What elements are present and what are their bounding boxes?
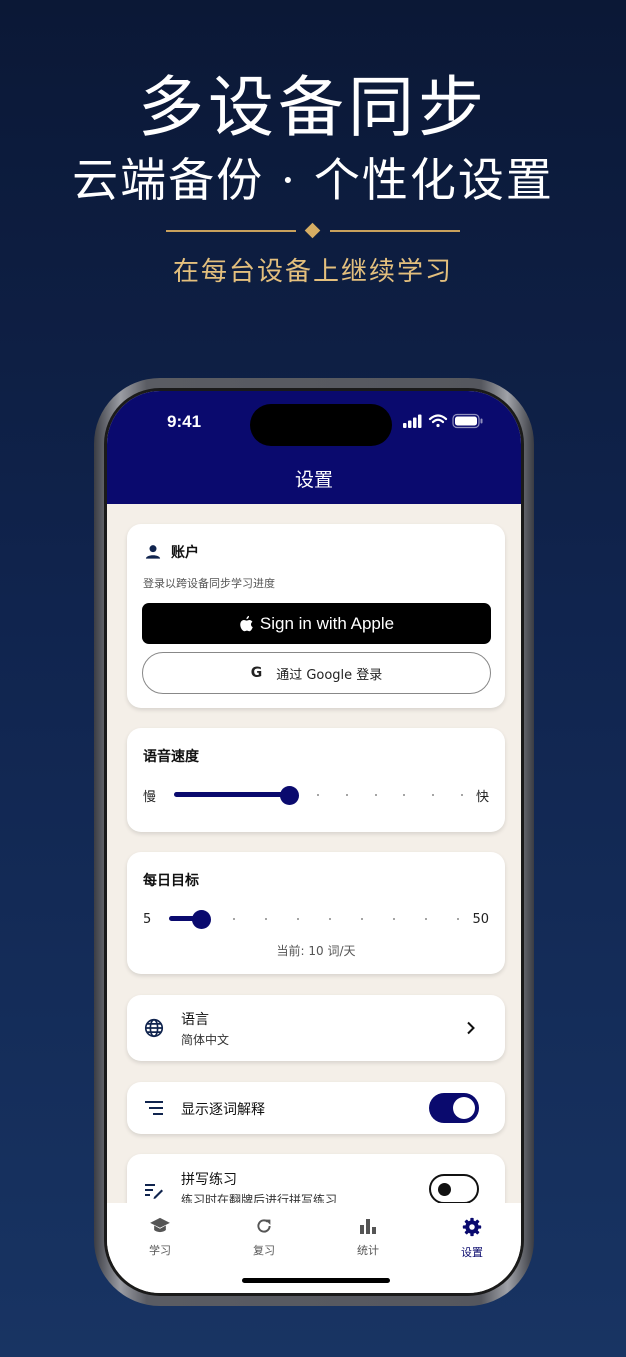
slider-thumb[interactable] [192,910,212,929]
tab-study[interactable]: 学习 [110,1217,210,1258]
phone-screen: 9:41 设置 账户 登录以跨设备同步学习进度 Sign in with App… [107,391,521,1293]
speech-speed-card: 语音速度 慢 快 [127,728,505,832]
language-row[interactable]: 语言 简体中文 [127,995,505,1061]
status-time: 9:41 [167,412,202,431]
sign-in-apple-button[interactable]: Sign in with Apple [142,603,491,644]
tab-review-label: 复习 [253,1244,275,1257]
speech-speed-slider[interactable] [174,784,463,806]
slider-tick [264,918,267,920]
speech-speed-title: 语音速度 [143,749,199,765]
hero-divider [166,222,460,239]
slider-tick [374,794,377,796]
gear-icon [462,1217,482,1237]
goal-min-label: 5 [143,911,152,927]
chevron-right-icon [467,1021,475,1035]
spelling-toggle[interactable] [429,1174,479,1204]
slider-tick [460,794,463,796]
daily-goal-title: 每日目标 [143,873,199,889]
tab-review[interactable]: 复习 [214,1217,314,1258]
hero-title: 多设备同步 [138,69,488,146]
word-explanation-label: 显示逐词解释 [181,1102,265,1118]
slider-tick [425,918,428,920]
slider-tick [317,794,319,796]
edit-list-icon [145,1184,163,1199]
google-button-label: 通过 Google 登录 [276,667,383,683]
goal-max-label: 50 [472,911,489,927]
daily-goal-current: 当前: 10 词/天 [276,944,356,958]
person-icon [145,545,161,559]
tab-study-label: 学习 [149,1244,171,1257]
list-icon [145,1101,163,1115]
language-value: 简体中文 [181,1033,230,1047]
sign-in-google-button[interactable]: G 通过 Google 登录 [142,652,491,694]
slider-tick [345,794,348,796]
slider-tick [296,918,299,920]
daily-goal-card: 每日目标 5 50 当前: 10 词/天 [127,852,505,974]
status-icons [403,413,485,429]
slider-tick [403,794,406,796]
battery-icon [452,413,483,429]
tab-stats[interactable]: 统计 [318,1217,418,1258]
tab-settings-label: 设置 [461,1246,483,1259]
phone-frame: 9:41 设置 账户 登录以跨设备同步学习进度 Sign in with App… [94,378,534,1306]
account-description: 登录以跨设备同步学习进度 [143,577,275,590]
slider-tick [457,918,460,920]
refresh-icon [257,1219,271,1233]
slider-tick [361,918,364,920]
daily-goal-slider[interactable] [169,908,460,930]
tab-settings[interactable]: 设置 [422,1217,521,1260]
diamond-ornament [304,222,321,239]
account-card: 账户 登录以跨设备同步学习进度 Sign in with Apple G 通过 … [127,524,505,708]
google-g-icon: G [250,665,263,681]
speed-min-label: 慢 [143,789,157,805]
speed-max-label: 快 [475,789,489,805]
slider-tick [232,918,235,920]
account-title: 账户 [171,545,199,561]
tab-stats-label: 统计 [357,1244,379,1257]
wifi-icon [428,414,448,428]
graduation-cap-icon [150,1217,170,1233]
globe-icon [144,1018,164,1038]
slider-tick [393,918,396,920]
spelling-label: 拼写练习 [181,1172,237,1188]
dynamic-island [250,404,392,446]
nav-header: 9:41 设置 [107,391,521,504]
hero-subtitle: 云端备份 · 个性化设置 [72,153,554,207]
apple-logo-icon [240,615,253,631]
language-label: 语言 [181,1012,209,1028]
word-explanation-toggle[interactable] [429,1093,479,1123]
slider-tick [328,918,331,920]
home-indicator [242,1278,390,1283]
slider-tick [432,794,435,796]
slider-thumb[interactable] [280,786,300,805]
word-explanation-row: 显示逐词解释 [127,1082,505,1134]
tab-bar: 学习 复习 统计 设置 [107,1203,521,1293]
hero-tagline: 在每台设备上继续学习 [172,257,453,287]
apple-button-label: Sign in with Apple [259,613,395,633]
nav-title: 设置 [294,469,333,491]
bar-chart-icon [360,1219,376,1234]
signal-icon [403,414,422,428]
